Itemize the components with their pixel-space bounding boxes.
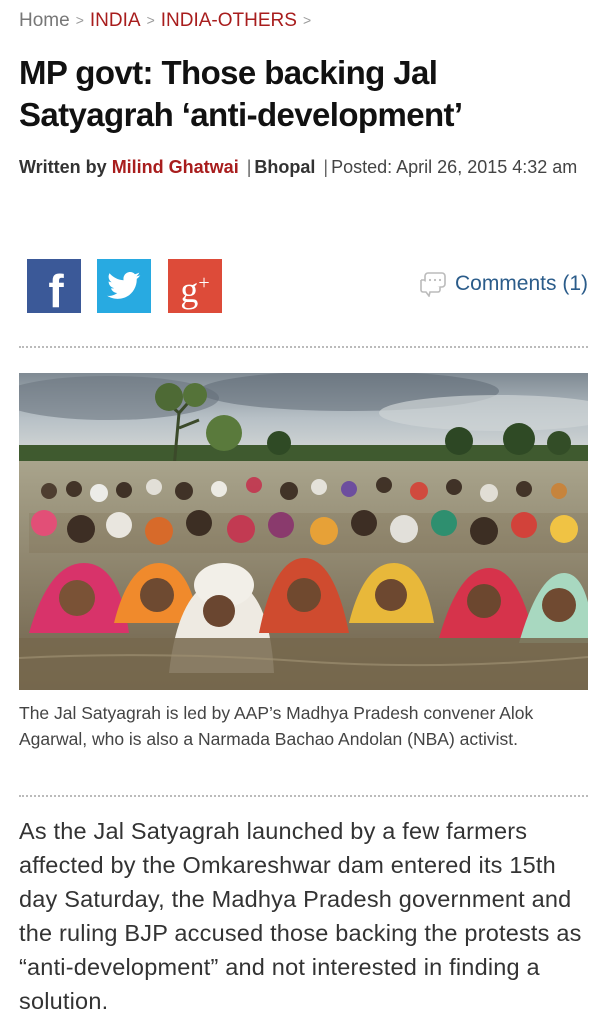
breadcrumb-separator: > bbox=[302, 12, 312, 28]
byline-location: Bhopal bbox=[254, 157, 316, 177]
byline-author-link[interactable]: Milind Ghatwai bbox=[112, 157, 239, 177]
article-photo[interactable] bbox=[19, 373, 588, 690]
comments-label: Comments (1) bbox=[454, 272, 588, 295]
breadcrumb-separator: > bbox=[75, 12, 84, 28]
twitter-share-button[interactable] bbox=[97, 259, 151, 313]
comments-link[interactable]: Comments (1) bbox=[419, 271, 588, 297]
article-byline: Written by Milind Ghatwai | Bhopal | Poste… bbox=[19, 153, 579, 181]
breadcrumb-india-others[interactable]: INDIA-OTHERS bbox=[161, 10, 297, 31]
photo-caption: The Jal Satyagrah is led by AAP’s Madhya… bbox=[19, 703, 534, 749]
google-plus-icon: g+ bbox=[180, 269, 210, 310]
article-page: Home > INDIA > INDIA-OTHERS > MP govt: Those … bbox=[0, 0, 607, 1024]
breadcrumb-india[interactable]: INDIA bbox=[90, 10, 141, 31]
breadcrumb: Home > INDIA > INDIA-OTHERS > bbox=[19, 9, 317, 33]
byline-posted-date: Posted: April 26, 2015 4:32 am bbox=[331, 157, 578, 177]
article-headline: MP govt: Those backing Jal Satyagrah ‘an… bbox=[19, 54, 463, 133]
google-plus-share-button[interactable]: g+ bbox=[168, 259, 222, 313]
breadcrumb-home[interactable]: Home bbox=[19, 10, 70, 31]
facebook-share-button[interactable]: f bbox=[27, 259, 81, 317]
divider bbox=[19, 795, 588, 797]
byline-written-by: Written by bbox=[19, 157, 107, 177]
protest-photo bbox=[19, 373, 588, 690]
article-lead-paragraph: As the Jal Satyagrah launched by a few f… bbox=[19, 818, 582, 1014]
breadcrumb-separator: > bbox=[146, 12, 155, 28]
byline-divider: | bbox=[323, 157, 329, 177]
speech-bubble-icon bbox=[420, 272, 446, 297]
facebook-icon: f bbox=[48, 265, 64, 317]
divider bbox=[19, 346, 588, 348]
byline-divider: | bbox=[246, 157, 252, 177]
twitter-icon bbox=[107, 272, 141, 299]
